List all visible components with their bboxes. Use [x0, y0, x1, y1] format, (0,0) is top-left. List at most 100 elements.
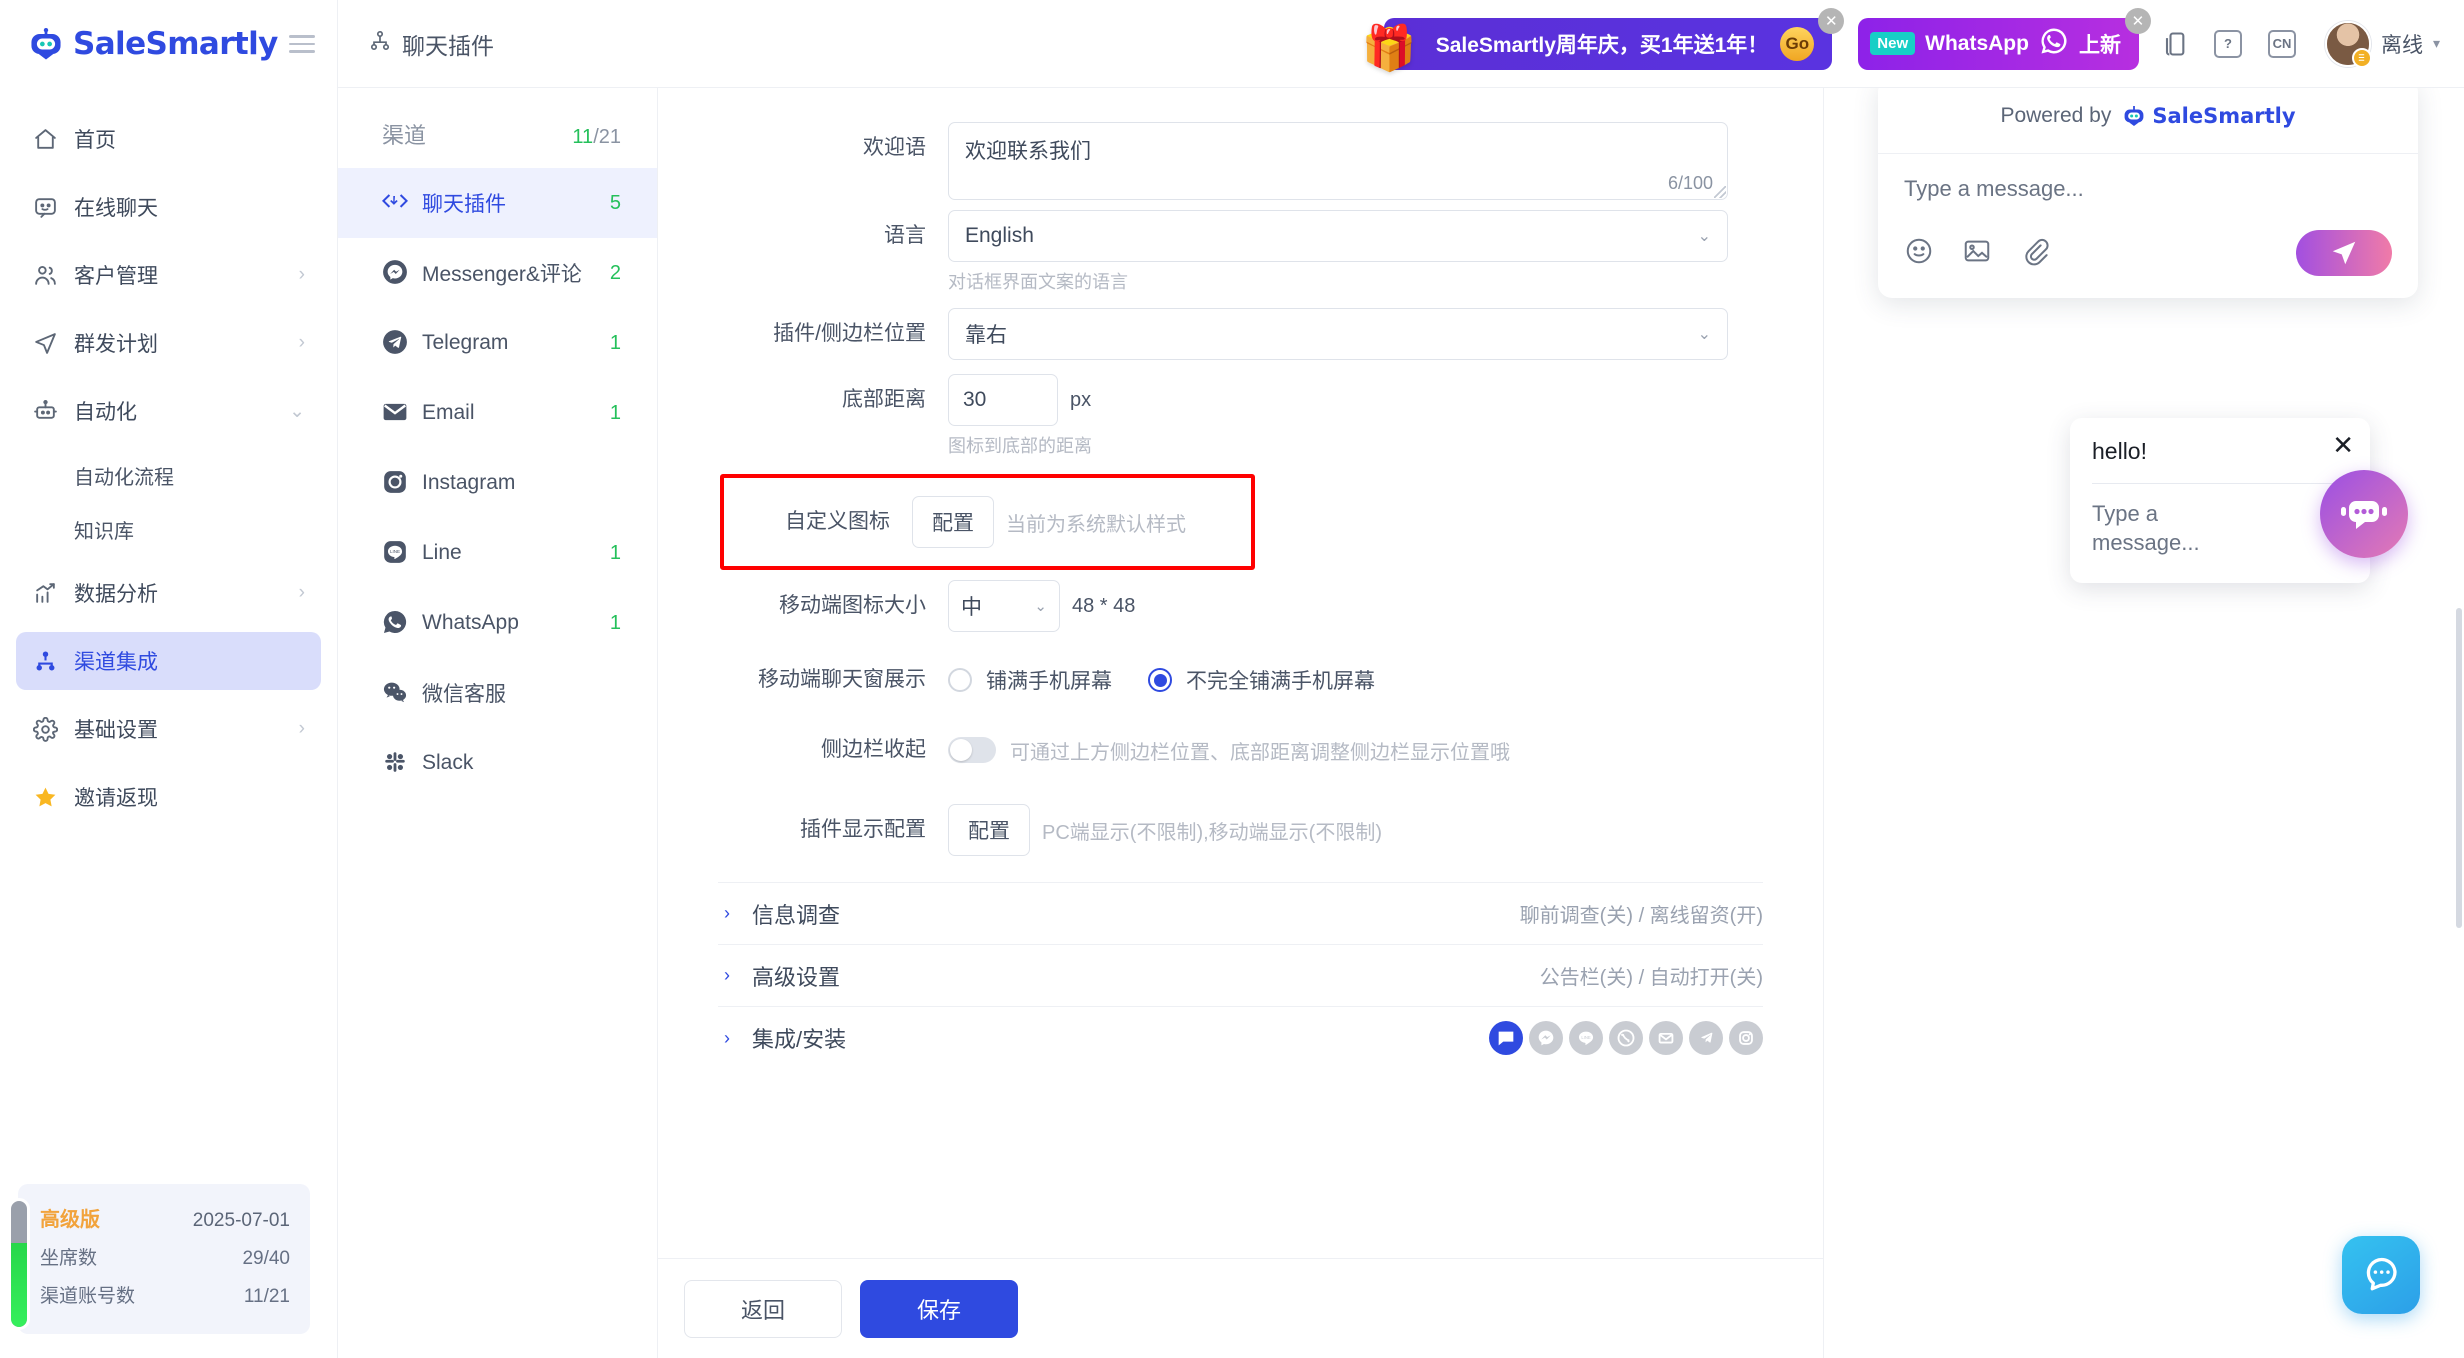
field-bottom-distance: 底部距离 30 px 图标到底部的距离 [718, 374, 1763, 458]
sidebar-item-label: 数据分析 [74, 583, 158, 606]
help-chat-icon [2360, 1252, 2402, 1299]
channel-list-title: 渠道 [382, 123, 427, 148]
language-select[interactable]: English ⌄ [948, 210, 1728, 262]
section-advanced-settings[interactable]: › 高级设置 公告栏(关) / 自动打开(关) [718, 945, 1763, 1007]
send-button[interactable] [2296, 230, 2392, 276]
sidebar-subitem-knowledge-base[interactable]: 知识库 [16, 504, 321, 554]
sidebar-item-automation[interactable]: 自动化 ⌄ [16, 382, 321, 440]
sidebar-item-label: 基础设置 [74, 719, 158, 742]
chevron-right-icon: › [298, 582, 305, 603]
section-integration-install[interactable]: › 集成/安装 LINE [718, 1007, 1763, 1069]
promo-whatsapp-banner[interactable]: New WhatsApp 上新 ✕ [1858, 7, 2151, 70]
question-icon[interactable]: ? [2209, 25, 2247, 63]
plan-channels-value: 11/21 [243, 1286, 290, 1307]
channel-item-label: 聊天插件 [422, 193, 506, 216]
sidebar-collapse-toggle[interactable] [948, 737, 996, 763]
promo-anniversary-banner[interactable]: 🎁 SaleSmartly周年庆，买1年送1年！ Go ✕ [1362, 7, 1845, 73]
section-meta: 聊前调查(关) / 离线留资(开) [1519, 905, 1763, 927]
chat-plugin-icon[interactable] [1489, 1021, 1523, 1055]
emoji-icon[interactable] [1904, 236, 1934, 271]
sidebar-item-live-chat[interactable]: 在线聊天 [16, 178, 321, 236]
send-icon [32, 330, 58, 356]
line-icon[interactable]: LINE [1569, 1021, 1603, 1055]
telegram-icon[interactable] [1689, 1021, 1723, 1055]
channel-item-email[interactable]: Email 1 [338, 378, 657, 448]
sidebar-item-broadcast[interactable]: 群发计划 › [16, 314, 321, 372]
sidebar-item-customers[interactable]: 客户管理 › [16, 246, 321, 304]
top-bar: 聊天插件 🎁 SaleSmartly周年庆，买1年送1年！ Go ✕ New W… [338, 0, 2464, 88]
channel-item-telegram[interactable]: Telegram 1 [338, 308, 657, 378]
plan-channels-label: 渠道账号数 [40, 1286, 136, 1307]
channel-item-slack[interactable]: Slack [338, 728, 657, 798]
messenger-icon[interactable] [1529, 1021, 1563, 1055]
line-icon: LINE [382, 539, 410, 567]
greeting-text: hello! [2092, 438, 2147, 464]
channel-item-messenger[interactable]: Messenger&评论 2 [338, 238, 657, 308]
page-scrollbar[interactable] [2456, 608, 2462, 928]
close-icon[interactable]: ✕ [2124, 7, 2151, 34]
sidebar-item-referral[interactable]: 邀请返现 [16, 768, 321, 826]
chevron-right-icon: › [298, 332, 305, 353]
page-title-text: 聊天插件 [402, 32, 494, 59]
bottom-distance-unit: px [1070, 388, 1092, 411]
chevron-right-icon: › [724, 965, 730, 985]
email-icon[interactable] [1649, 1021, 1683, 1055]
chevron-right-icon: › [724, 1027, 730, 1048]
sidebar-nav: 首页 在线聊天 客户管理 › 群发计划 › 自动化 ⌄ 自动化流程 知识库 数据… [0, 110, 337, 1358]
channel-item-wechat-service[interactable]: 微信客服 [338, 658, 657, 728]
sidebar-item-home[interactable]: 首页 [16, 110, 321, 168]
instagram-icon[interactable] [1729, 1021, 1763, 1055]
resize-grip-icon[interactable] [1714, 186, 1726, 198]
language-button[interactable]: CN [2263, 25, 2301, 63]
sidebar-item-basic-settings[interactable]: 基础设置 › [16, 700, 321, 758]
section-info-survey[interactable]: › 信息调查 聊前调查(关) / 离线留资(开) [718, 883, 1763, 945]
radio-not-fullscreen[interactable] [1148, 668, 1172, 692]
welcome-message-counter: 6/100 [1667, 173, 1713, 193]
brand-logo[interactable]: SaleSmartly [26, 26, 278, 62]
bottom-distance-input[interactable]: 30 [948, 374, 1058, 426]
mobile-icon-size-note: 48 * 48 [1072, 594, 1136, 617]
hamburger-icon[interactable] [289, 30, 315, 58]
close-icon[interactable]: ✕ [1818, 7, 1845, 34]
whatsapp-icon [382, 609, 410, 637]
mobile-icon-size-select[interactable]: 中 ⌄ [948, 580, 1060, 632]
welcome-message-input[interactable]: 欢迎联系我们 6/100 [948, 122, 1728, 200]
radio-not-fullscreen-label: 不完全铺满手机屏幕 [1186, 670, 1375, 693]
bubble-message-input[interactable]: Type a message... [2092, 500, 2242, 557]
channel-item-line[interactable]: LINE Line 1 [338, 518, 657, 588]
settings-form-panel: 欢迎语 欢迎联系我们 6/100 语言 English ⌄ 对话框界面文案的语言… [658, 88, 1824, 1358]
preview-message-input[interactable]: Type a message... [1904, 176, 2392, 202]
help-floating-button[interactable] [2342, 1236, 2420, 1314]
svg-text:LINE: LINE [390, 549, 400, 554]
field-mobile-chat-display: 移动端聊天窗展示 铺满手机屏幕 不完全铺满手机屏幕 [718, 654, 1763, 706]
channel-item-chat-plugin[interactable]: 聊天插件 5 [338, 168, 657, 238]
sidebar-item-label: 在线聊天 [74, 197, 158, 220]
back-button[interactable]: 返回 [684, 1279, 842, 1338]
whatsapp-icon[interactable] [1609, 1021, 1643, 1055]
promo-go-button[interactable]: Go [1780, 26, 1815, 61]
plugin-display-configure-button[interactable]: 配置 [948, 804, 1030, 856]
radio-fullscreen[interactable] [948, 668, 972, 692]
close-icon[interactable]: ✕ [2332, 432, 2354, 458]
custom-icon-note: 当前为系统默认样式 [1006, 513, 1186, 536]
mobile-preview-icon[interactable] [2155, 25, 2193, 63]
widget-preview-panel: Powered by SaleSmartly Type a message...… [1824, 88, 2464, 1358]
chat-launcher-button[interactable] [2320, 470, 2408, 558]
user-menu[interactable]: 离线 ▾ [2317, 20, 2440, 68]
plugin-position-select[interactable]: 靠右 ⌄ [948, 308, 1728, 360]
sidebar-item-analytics[interactable]: 数据分析 › [16, 564, 321, 622]
plan-usage-card[interactable]: 高级版 2025-07-01 坐席数 29/40 渠道账号数 11/21 [8, 1184, 310, 1334]
save-button[interactable]: 保存 [860, 1279, 1018, 1338]
form-footer: 返回 保存 [658, 1258, 1823, 1358]
channel-item-instagram[interactable]: Instagram [338, 448, 657, 518]
section-title: 集成/安装 [752, 1027, 847, 1052]
field-label: 移动端图标大小 [779, 594, 926, 617]
custom-icon-configure-button[interactable]: 配置 [912, 496, 994, 548]
channel-list-panel: 渠道 11/21 聊天插件 5 Messenger&评论 2 Telegram … [338, 88, 658, 1358]
channel-item-label: Email [422, 401, 475, 424]
sidebar-item-channel-integration[interactable]: 渠道集成 [16, 632, 321, 690]
attachment-icon[interactable] [2020, 236, 2050, 271]
sidebar-subitem-automation-flow[interactable]: 自动化流程 [16, 450, 321, 500]
image-icon[interactable] [1962, 236, 1992, 271]
channel-item-whatsapp[interactable]: WhatsApp 1 [338, 588, 657, 658]
